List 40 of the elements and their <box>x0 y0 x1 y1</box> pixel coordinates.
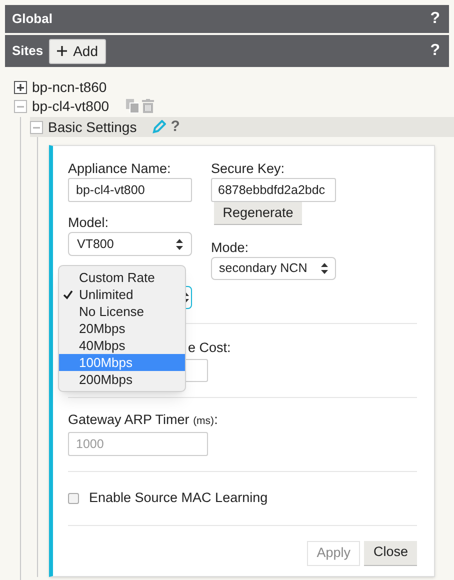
dialog-button[interactable]: Close <box>364 540 417 566</box>
field-label: e Cost: <box>188 340 231 355</box>
updown-caret-icon <box>321 263 328 274</box>
regenerate-button[interactable]: Regenerate <box>214 202 302 225</box>
model-select[interactable]: VT800 <box>68 232 192 256</box>
pencil-icon[interactable] <box>152 120 166 134</box>
menu-item[interactable]: 200Mbps <box>59 371 185 388</box>
menu-item[interactable]: No License <box>59 303 185 320</box>
checkbox-label: Enable Source MAC Learning <box>89 488 268 507</box>
trash-icon[interactable] <box>142 99 154 113</box>
field-label: Mode: <box>211 239 250 257</box>
checkmark-icon <box>63 290 73 300</box>
tree-item[interactable]: bp-cl4-vt800 <box>32 96 110 116</box>
add-button[interactable]: Add <box>49 38 106 64</box>
arp-timer-field[interactable]: 1000 <box>68 432 208 456</box>
menu-item[interactable]: Custom Rate <box>59 269 185 286</box>
updown-caret-icon <box>176 238 183 250</box>
copy-icon[interactable] <box>126 99 140 113</box>
help-icon[interactable]: ? <box>430 39 440 63</box>
field-label: Secure Key: <box>211 160 286 178</box>
field-label: Gateway ARP Timer (ms): <box>68 411 219 430</box>
field-label: Appliance Name: <box>68 160 172 178</box>
tree-item[interactable]: Basic Settings <box>48 116 137 138</box>
tree-item[interactable]: bp-ncn-t860 <box>32 76 107 98</box>
menu-item[interactable]: Unlimited <box>59 286 185 303</box>
plus-icon <box>57 46 68 56</box>
help-icon[interactable]: ? <box>430 7 440 31</box>
section-title: Sites <box>12 42 44 60</box>
collapse-icon[interactable] <box>14 100 27 112</box>
menu-item[interactable]: 40Mbps <box>59 337 185 354</box>
mode-select[interactable]: secondary NCN <box>211 257 336 280</box>
help-icon[interactable]: ? <box>170 116 180 138</box>
checkbox[interactable] <box>68 492 79 504</box>
field-label: Model: <box>68 214 110 232</box>
section-title: Global <box>12 10 52 28</box>
secure-key-field[interactable]: 6878ebbdfd2a2bdc <box>211 178 336 202</box>
appliance-name-field[interactable]: bp-cl4-vt800 <box>68 178 192 202</box>
expand-icon[interactable] <box>14 80 27 94</box>
collapse-icon[interactable] <box>30 120 43 134</box>
menu-item[interactable]: 20Mbps <box>59 320 185 337</box>
